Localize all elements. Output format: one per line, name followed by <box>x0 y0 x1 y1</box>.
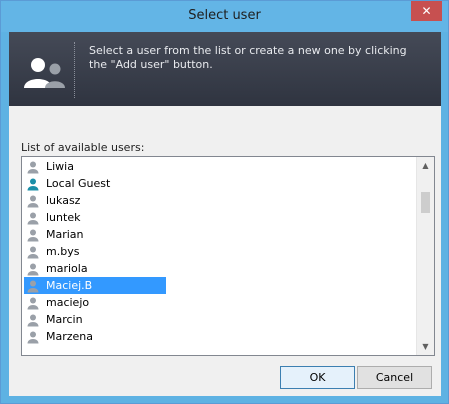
user-gray-icon <box>27 161 39 173</box>
list-item-label: Marian <box>46 228 84 241</box>
user-gray-icon <box>27 331 39 343</box>
list-item-label: Marcin <box>46 313 83 326</box>
list-item-label: Liwia <box>46 160 74 173</box>
user-gray-icon <box>27 263 39 275</box>
list-item-label: Local Guest <box>46 177 111 190</box>
list-item[interactable]: maciejo <box>24 294 166 311</box>
ok-button[interactable]: OK <box>280 366 355 389</box>
dialog-title: Select user <box>188 8 261 23</box>
list-item-label: luntek <box>46 211 81 224</box>
list-item[interactable]: mariola <box>24 260 166 277</box>
scroll-thumb[interactable] <box>421 192 430 213</box>
users-icon <box>24 58 65 88</box>
list-item[interactable]: Marcin <box>24 311 166 328</box>
list-item[interactable]: lukasz <box>24 192 166 209</box>
list-item-label: maciejo <box>46 296 90 309</box>
chevron-up-icon: ▲ <box>422 161 429 170</box>
scroll-down-button[interactable]: ▼ <box>417 338 434 355</box>
user-gray-icon <box>27 212 39 224</box>
list-item-label: Maciej.B <box>46 279 93 292</box>
user-gray-icon <box>27 297 39 309</box>
list-item[interactable]: Marzena <box>24 328 166 345</box>
user-gray-icon <box>27 229 39 241</box>
banner-separator <box>74 42 75 98</box>
list-item-label: mariola <box>46 262 88 275</box>
list-item-label: m.bys <box>46 245 80 258</box>
close-button[interactable]: ✕ <box>411 1 442 21</box>
user-listbox[interactable]: Liwia Local Guest lukasz luntek Marian m.bys m… <box>21 156 435 356</box>
list-label: List of available users: <box>21 141 145 154</box>
user-teal-icon <box>27 178 39 190</box>
list-item[interactable]: luntek <box>24 209 166 226</box>
list-item[interactable]: Marian <box>24 226 166 243</box>
list-item[interactable]: Local Guest <box>24 175 166 192</box>
scroll-up-button[interactable]: ▲ <box>417 157 434 174</box>
user-list[interactable]: Liwia Local Guest lukasz luntek Marian m.bys m… <box>22 157 417 355</box>
list-item-label: Marzena <box>46 330 94 343</box>
list-item[interactable]: Liwia <box>24 158 166 175</box>
dialog-body: Select a user from the list or create a … <box>9 32 441 396</box>
user-gray-icon <box>27 280 39 292</box>
header-banner: Select a user from the list or create a … <box>9 32 441 106</box>
list-item[interactable]: Maciej.B <box>24 277 166 294</box>
list-item[interactable]: m.bys <box>24 243 166 260</box>
vertical-scrollbar[interactable]: ▲ ▼ <box>416 157 434 355</box>
user-gray-icon <box>27 246 39 258</box>
user-gray-icon <box>27 195 39 207</box>
chevron-down-icon: ▼ <box>422 342 429 351</box>
list-item-label: lukasz <box>46 194 81 207</box>
select-user-dialog: Select user ✕ Select a user from the lis… <box>0 0 449 404</box>
title-bar[interactable]: Select user ✕ <box>1 1 448 32</box>
cancel-button[interactable]: Cancel <box>357 366 432 389</box>
close-icon: ✕ <box>421 4 432 18</box>
banner-instructions: Select a user from the list or create a … <box>89 44 407 71</box>
user-gray-icon <box>27 314 39 326</box>
